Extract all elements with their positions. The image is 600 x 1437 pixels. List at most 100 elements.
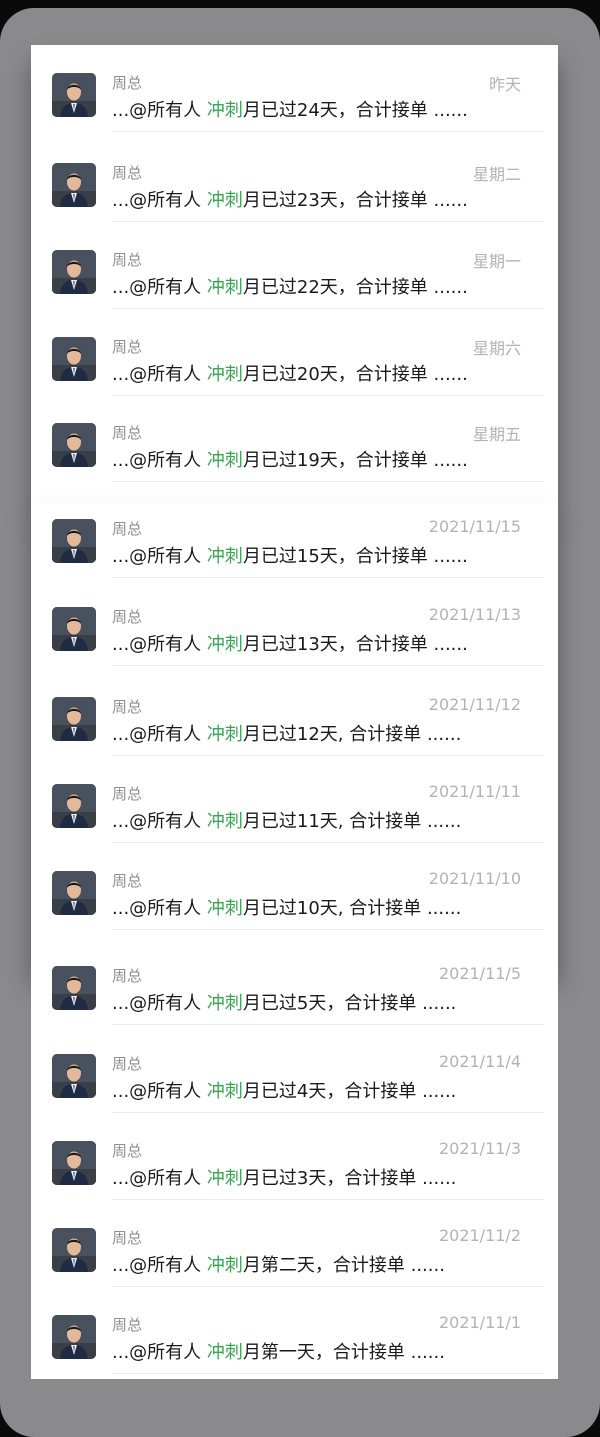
sender-name: 周总 <box>112 520 143 538</box>
message-time: 2021/11/5 <box>438 964 521 983</box>
highlighted-keyword: 冲刺 <box>206 450 243 471</box>
person-avatar-icon <box>52 337 96 381</box>
message-preview: ...@所有人 冲刺月已过12天, 合计接单 ...... <box>112 720 461 746</box>
avatar[interactable] <box>52 871 96 915</box>
chat-list-item[interactable]: 周总 2021/11/5 ...@所有人 冲刺月已过5天，合计接单 ...... <box>31 938 558 1025</box>
message-preview: ...@所有人 冲刺月第二天，合计接单 ...... <box>112 1251 445 1277</box>
avatar[interactable] <box>52 73 96 117</box>
chat-list-panel-1: 周总 昨天 ...@所有人 冲刺月已过24天，合计接单 ...... 周总 星期二..… <box>31 45 558 505</box>
message-suffix: 月已过4天，合计接单 ...... <box>242 1081 457 1102</box>
message-prefix: ...@所有人 <box>112 450 207 471</box>
highlighted-keyword: 冲刺 <box>206 1081 243 1102</box>
chat-list-item[interactable]: 周总 星期六 ...@所有人 冲刺月已过20天，合计接单 ...... <box>31 309 558 396</box>
message-suffix: 月已过22天，合计接单 ...... <box>242 277 468 298</box>
message-suffix: 月已过10天, 合计接单 ...... <box>242 898 462 919</box>
highlighted-keyword: 冲刺 <box>206 364 243 385</box>
avatar[interactable] <box>52 784 96 828</box>
chat-list-item[interactable]: 周总 2021/11/10 ...@所有人 冲刺月已过10天, 合计接单 .....… <box>31 843 558 930</box>
divider <box>112 577 544 578</box>
avatar[interactable] <box>52 697 96 741</box>
message-time: 2021/11/3 <box>438 1139 521 1158</box>
chat-list-item[interactable]: 周总 2021/11/15 ...@所有人 冲刺月已过15天，合计接单 ...... <box>31 491 558 578</box>
avatar[interactable] <box>52 163 96 207</box>
message-prefix: ...@所有人 <box>112 724 207 745</box>
person-avatar-icon <box>52 784 96 828</box>
divider <box>112 929 544 930</box>
divider <box>112 1024 544 1025</box>
chat-list-item[interactable]: 周总 2021/11/13 ...@所有人 冲刺月已过13天，合计接单 ...... <box>31 579 558 666</box>
message-preview: ...@所有人 冲刺月已过15天，合计接单 ...... <box>112 542 468 568</box>
person-avatar-icon <box>52 73 96 117</box>
chat-list-item[interactable]: 周总 星期二 ...@所有人 冲刺月已过23天，合计接单 ...... <box>31 135 558 222</box>
message-prefix: ...@所有人 <box>112 898 207 919</box>
message-prefix: ...@所有人 <box>112 1342 207 1363</box>
message-time: 昨天 <box>488 75 521 94</box>
message-time: 2021/11/1 <box>438 1313 521 1332</box>
person-avatar-icon <box>52 423 96 467</box>
avatar[interactable] <box>52 1054 96 1098</box>
message-prefix: ...@所有人 <box>112 1168 207 1189</box>
avatar[interactable] <box>52 250 96 294</box>
sender-name: 周总 <box>112 1142 143 1160</box>
message-suffix: 月已过20天，合计接单 ...... <box>242 364 468 385</box>
avatar[interactable] <box>52 607 96 651</box>
highlighted-keyword: 冲刺 <box>206 993 243 1014</box>
message-prefix: ...@所有人 <box>112 1081 207 1102</box>
message-preview: ...@所有人 冲刺月已过10天, 合计接单 ...... <box>112 894 461 920</box>
person-avatar-icon <box>52 1141 96 1185</box>
message-prefix: ...@所有人 <box>112 277 207 298</box>
person-avatar-icon <box>52 1315 96 1359</box>
person-avatar-icon <box>52 250 96 294</box>
message-suffix: 月已过11天, 合计接单 ...... <box>242 811 462 832</box>
message-preview: ...@所有人 冲刺月已过11天, 合计接单 ...... <box>112 807 461 833</box>
avatar[interactable] <box>52 966 96 1010</box>
message-suffix: 月已过19天，合计接单 ...... <box>242 450 468 471</box>
sender-name: 周总 <box>112 872 143 890</box>
avatar[interactable] <box>52 1141 96 1185</box>
divider <box>112 665 544 666</box>
chat-list-item[interactable]: 周总 2021/11/11 ...@所有人 冲刺月已过11天, 合计接单 .....… <box>31 756 558 843</box>
avatar[interactable] <box>52 1228 96 1272</box>
sender-name: 周总 <box>112 608 143 626</box>
message-preview: ...@所有人 冲刺月已过24天，合计接单 ...... <box>112 96 468 122</box>
chat-list-item[interactable]: 周总 星期五 ...@所有人 冲刺月已过19天，合计接单 ...... <box>31 395 558 482</box>
chat-list-item[interactable]: 周总 2021/11/2 ...@所有人 冲刺月第二天，合计接单 ...... <box>31 1200 558 1287</box>
chat-list-item[interactable]: 周总 星期一 ...@所有人 冲刺月已过22天，合计接单 ...... <box>31 222 558 309</box>
avatar[interactable] <box>52 519 96 563</box>
chat-list-item[interactable]: 周总 2021/11/12 ...@所有人 冲刺月已过12天, 合计接单 .....… <box>31 669 558 756</box>
message-suffix: 月第二天，合计接单 ...... <box>242 1255 445 1276</box>
highlighted-keyword: 冲刺 <box>206 724 243 745</box>
message-preview: ...@所有人 冲刺月已过3天，合计接单 ...... <box>112 1164 456 1190</box>
message-time: 2021/11/13 <box>428 605 521 624</box>
person-avatar-icon <box>52 697 96 741</box>
message-suffix: 月已过12天, 合计接单 ...... <box>242 724 462 745</box>
chat-list-item[interactable]: 周总 昨天 ...@所有人 冲刺月已过24天，合计接单 ...... <box>31 45 558 132</box>
sender-name: 周总 <box>112 424 143 442</box>
highlighted-keyword: 冲刺 <box>206 277 243 298</box>
avatar[interactable] <box>52 337 96 381</box>
message-preview: ...@所有人 冲刺月已过13天，合计接单 ...... <box>112 630 468 656</box>
message-suffix: 月第一天，合计接单 ...... <box>242 1342 445 1363</box>
chat-list-item[interactable]: 周总 2021/11/4 ...@所有人 冲刺月已过4天，合计接单 ...... <box>31 1026 558 1113</box>
message-time: 2021/11/4 <box>438 1052 521 1071</box>
avatar[interactable] <box>52 1315 96 1359</box>
sender-name: 周总 <box>112 1055 143 1073</box>
message-time: 2021/11/10 <box>428 869 521 888</box>
message-time: 星期一 <box>472 252 521 271</box>
avatar[interactable] <box>52 423 96 467</box>
message-suffix: 月已过23天，合计接单 ...... <box>242 190 468 211</box>
chat-list-item[interactable]: 周总 2021/11/1 ...@所有人 冲刺月第一天，合计接单 ...... <box>31 1287 558 1374</box>
message-time: 星期六 <box>472 339 521 358</box>
chat-list-item[interactable]: 周总 2021/11/3 ...@所有人 冲刺月已过3天，合计接单 ...... <box>31 1113 558 1200</box>
message-prefix: ...@所有人 <box>112 811 207 832</box>
person-avatar-icon <box>52 871 96 915</box>
sender-name: 周总 <box>112 74 143 92</box>
message-time: 2021/11/15 <box>428 517 521 536</box>
person-avatar-icon <box>52 163 96 207</box>
message-suffix: 月已过15天，合计接单 ...... <box>242 546 468 567</box>
highlighted-keyword: 冲刺 <box>206 546 243 567</box>
chat-list-panel-3: 周总 2021/11/5 ...@所有人 冲刺月已过5天，合计接单 ...... 周… <box>31 960 558 1379</box>
person-avatar-icon <box>52 519 96 563</box>
highlighted-keyword: 冲刺 <box>206 1342 243 1363</box>
message-preview: ...@所有人 冲刺月第一天，合计接单 ...... <box>112 1338 445 1364</box>
